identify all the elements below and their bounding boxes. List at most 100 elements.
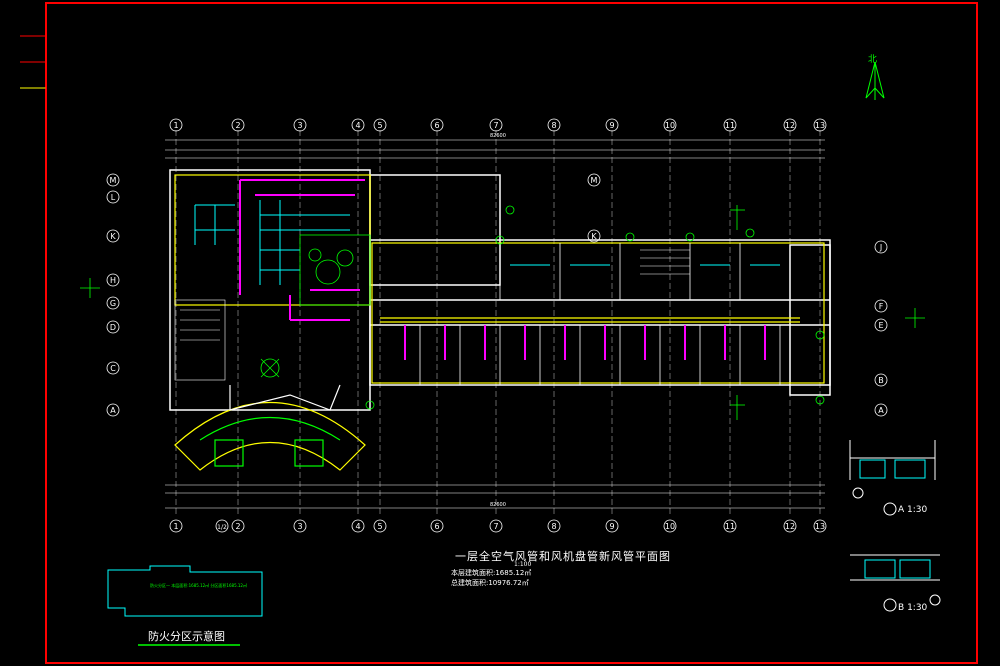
supply-ducts xyxy=(239,179,766,360)
detail-a-label: A 1:30 xyxy=(898,505,927,515)
svg-text:M: M xyxy=(591,176,598,185)
north-arrow xyxy=(865,61,885,100)
svg-text:12: 12 xyxy=(785,522,795,531)
svg-text:3: 3 xyxy=(297,522,302,531)
svg-text:H: H xyxy=(110,276,116,285)
axis-bubble-bottom-1: 1 xyxy=(169,519,183,533)
detail-b-scale: 1:30 xyxy=(907,603,928,613)
axis-bubble-top-9: 9 xyxy=(605,118,619,132)
axis-bubble-top-10: 10 xyxy=(663,118,677,132)
svg-text:A: A xyxy=(110,406,116,415)
svg-text:11: 11 xyxy=(725,121,735,130)
axis-bubble-left-A: A xyxy=(106,403,120,417)
axis-markers-top: 1 2 3 4 5 6 7 8 9 10 11 12 13 xyxy=(169,118,827,132)
detail-a-section xyxy=(849,440,936,516)
axis-bubble-right-B: B xyxy=(874,373,888,387)
axis-bubble-top-12: 12 xyxy=(783,118,797,132)
binding-marks xyxy=(20,3,47,663)
axis-bubble-right-J: J xyxy=(874,240,888,254)
cad-drawing-canvas[interactable]: 1 2 3 4 5 6 7 8 9 10 11 12 13 1 1/2 2 3 4 5 6 7 8 9 10 11 12 13 M… xyxy=(0,0,1000,666)
svg-text:3: 3 xyxy=(297,121,302,130)
dimension-lines-top xyxy=(165,139,825,159)
axis-bubble-left-M: M xyxy=(106,173,120,187)
north-label: 北 xyxy=(868,55,878,65)
svg-text:K: K xyxy=(591,232,597,241)
svg-text:11: 11 xyxy=(725,522,735,531)
axis-bubble-bottom-13: 13 xyxy=(813,519,827,533)
axis-bubble-mid-M: M xyxy=(587,173,601,187)
total-dimension-bottom: 82600 xyxy=(490,502,506,508)
svg-text:4: 4 xyxy=(355,522,360,531)
axis-bubble-top-11: 11 xyxy=(723,118,737,132)
axis-bubble-top-2: 2 xyxy=(231,118,245,132)
svg-text:9: 9 xyxy=(609,522,614,531)
total-dimension-top: 82600 xyxy=(490,133,506,139)
svg-text:4: 4 xyxy=(355,121,360,130)
svg-text:5: 5 xyxy=(377,121,382,130)
axis-bubble-bottom-7: 7 xyxy=(489,519,503,533)
detail-a-letter: A xyxy=(898,505,905,515)
axis-bubble-left-D: D xyxy=(106,320,120,334)
axis-bubble-bottom-10: 10 xyxy=(663,519,677,533)
svg-text:7: 7 xyxy=(493,522,498,531)
svg-text:2: 2 xyxy=(235,121,240,130)
staircase xyxy=(174,249,690,381)
axis-bubble-bottom-8: 8 xyxy=(547,519,561,533)
axis-markers-bottom: 1 1/2 2 3 4 5 6 7 8 9 10 11 12 13 xyxy=(169,519,827,533)
svg-text:6: 6 xyxy=(434,522,439,531)
axis-bubble-top-7: 7 xyxy=(489,118,503,132)
axis-bubble-bottom-12: 12 xyxy=(783,519,797,533)
axis-bubble-top-8: 8 xyxy=(547,118,561,132)
svg-text:E: E xyxy=(878,321,883,330)
svg-text:J: J xyxy=(879,243,882,252)
drawing-title: 一层全空气风管和风机盘管新风管平面图 xyxy=(455,550,671,563)
axis-bubble-top-3: 3 xyxy=(293,118,307,132)
drawing-scale: 1:100 xyxy=(514,561,532,568)
fire-zone-note: 防火分区一 本层面积:1685.12㎡ 分区面积1685.12㎡ xyxy=(150,583,247,588)
axis-bubble-bottom-6: 6 xyxy=(430,519,444,533)
svg-text:9: 9 xyxy=(609,121,614,130)
svg-text:13: 13 xyxy=(815,121,825,130)
svg-text:D: D xyxy=(110,323,116,332)
axis-bubble-top-1: 1 xyxy=(169,118,183,132)
svg-text:C: C xyxy=(110,364,116,373)
detail-a-scale: 1:30 xyxy=(907,505,928,515)
svg-text:13: 13 xyxy=(815,522,825,531)
svg-text:10: 10 xyxy=(665,121,675,130)
detail-b-letter: B xyxy=(898,603,905,613)
axis-bubble-top-4: 4 xyxy=(351,118,365,132)
axis-bubble-left-K: K xyxy=(106,229,120,243)
axis-bubble-left-H: H xyxy=(106,273,120,287)
axis-bubble-right-E: E xyxy=(874,318,888,332)
axis-bubble-top-6: 6 xyxy=(430,118,444,132)
svg-text:K: K xyxy=(110,232,116,241)
svg-text:6: 6 xyxy=(434,121,439,130)
drawing-border xyxy=(45,2,978,664)
detail-b-label: B 1:30 xyxy=(898,603,927,613)
svg-text:5: 5 xyxy=(377,522,382,531)
fire-zone-title: 防火分区示意图 xyxy=(148,630,225,643)
axis-markers-right: J F E B A xyxy=(874,240,888,417)
axis-bubble-top-5: 5 xyxy=(373,118,387,132)
axis-bubble-left-G: G xyxy=(106,296,120,310)
axis-bubble-right-F: F xyxy=(874,299,888,313)
svg-text:M: M xyxy=(110,176,117,185)
svg-text:L: L xyxy=(111,193,116,202)
axis-bubble-top-13: 13 xyxy=(813,118,827,132)
axis-bubble-bottom-1-2: 1/2 xyxy=(215,519,229,533)
entrance-walls xyxy=(229,384,341,411)
svg-text:1/2: 1/2 xyxy=(217,524,227,531)
svg-text:8: 8 xyxy=(551,121,556,130)
axis-bubble-bottom-3: 3 xyxy=(293,519,307,533)
svg-text:7: 7 xyxy=(493,121,498,130)
svg-text:8: 8 xyxy=(551,522,556,531)
svg-text:B: B xyxy=(878,376,884,385)
svg-text:1: 1 xyxy=(173,522,178,531)
svg-text:10: 10 xyxy=(665,522,675,531)
total-area: 总建筑面积:10976.72㎡ xyxy=(451,579,529,587)
svg-text:F: F xyxy=(879,302,884,311)
axis-markers-left: ML K H G D C A xyxy=(106,173,120,417)
axis-bubble-bottom-9: 9 xyxy=(605,519,619,533)
svg-text:2: 2 xyxy=(235,522,240,531)
axis-markers-mid: MK xyxy=(587,173,601,243)
